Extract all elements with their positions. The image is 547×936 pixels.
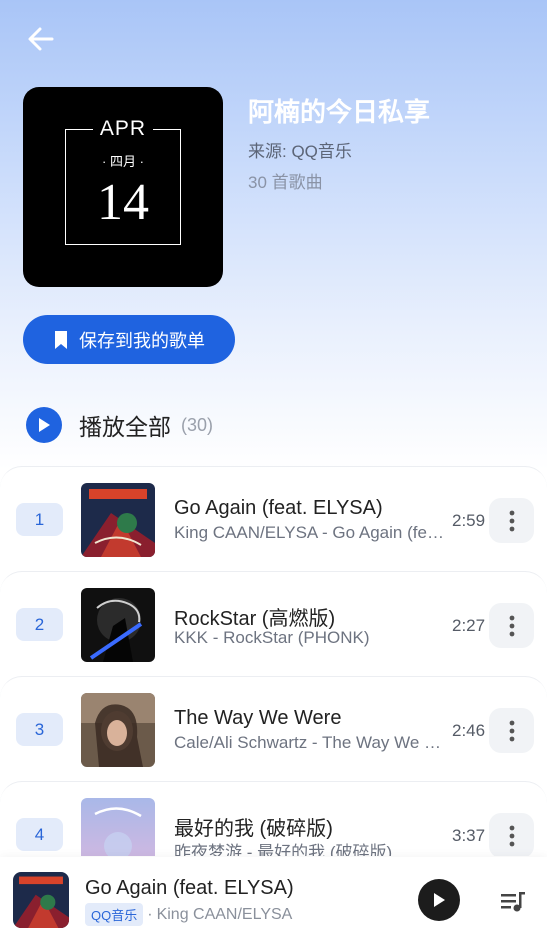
song-title: RockStar (高燃版) bbox=[174, 608, 336, 630]
play-all-button[interactable]: 播放全部 (30) bbox=[26, 407, 213, 443]
more-options-button[interactable] bbox=[489, 498, 534, 543]
more-options-button[interactable] bbox=[489, 603, 534, 648]
queue-button[interactable] bbox=[498, 886, 528, 916]
song-subtitle: 昨夜梦游 - 最好的我 (破碎版) bbox=[174, 843, 393, 856]
song-duration: 2:59 bbox=[452, 511, 486, 530]
song-duration: 3:37 bbox=[452, 826, 486, 845]
song-duration: 2:27 bbox=[452, 616, 486, 635]
now-playing-subtitle: QQ音乐 · King CAAN/ELYSA bbox=[85, 903, 292, 926]
play-all-circle bbox=[26, 407, 62, 443]
save-to-my-playlist-button[interactable]: 保存到我的歌单 bbox=[23, 315, 235, 364]
save-button-label: 保存到我的歌单 bbox=[79, 330, 205, 351]
back-button[interactable] bbox=[24, 22, 58, 56]
song-subtitle: Cale/Ali Schwartz - The Way We Were bbox=[174, 733, 444, 752]
cover-month: APR bbox=[93, 117, 153, 141]
playlist-song-count: 30 首歌曲 bbox=[248, 173, 323, 192]
playlist-title: 阿楠的今日私享 bbox=[248, 97, 431, 127]
now-playing-cover bbox=[13, 872, 69, 928]
mini-player[interactable]: Go Again (feat. ELYSA) QQ音乐 · King CAAN/… bbox=[0, 857, 547, 936]
more-vertical-icon bbox=[509, 720, 514, 741]
bookmark-icon bbox=[55, 330, 67, 349]
separator: · bbox=[147, 905, 153, 923]
song-index: 2 bbox=[16, 608, 63, 641]
playlist-cover: APR · 四月 · 14 bbox=[23, 87, 223, 287]
more-options-button[interactable] bbox=[489, 708, 534, 753]
song-row[interactable]: 2 RockStar (高燃版) KKK - RockStar (PHONK) … bbox=[0, 571, 547, 672]
song-title: The Way We Were bbox=[174, 707, 342, 729]
play-icon bbox=[39, 418, 50, 432]
song-list: 1 Go Again (feat. ELYSA) King CAAN/ELYSA… bbox=[0, 466, 547, 856]
song-subtitle: KKK - RockStar (PHONK) bbox=[174, 628, 370, 647]
cover-day: 14 bbox=[97, 174, 149, 231]
song-duration: 2:46 bbox=[452, 721, 486, 740]
song-row[interactable]: 1 Go Again (feat. ELYSA) King CAAN/ELYSA… bbox=[0, 466, 547, 567]
play-all-count: (30) bbox=[181, 414, 214, 435]
arrow-left-icon bbox=[28, 27, 54, 51]
zuihao-de-wo-cover bbox=[81, 798, 155, 856]
now-playing-title: Go Again (feat. ELYSA) bbox=[85, 877, 294, 899]
playlist-queue-icon bbox=[501, 892, 525, 912]
song-index: 3 bbox=[16, 713, 63, 746]
go-again-cover bbox=[81, 483, 155, 557]
cover-cn-month: · 四月 · bbox=[102, 154, 144, 169]
the-way-we-were-cover bbox=[81, 693, 155, 767]
play-all-label: 播放全部 bbox=[79, 414, 171, 440]
play-pause-button[interactable] bbox=[418, 879, 460, 921]
song-title: Go Again (feat. ELYSA) bbox=[174, 497, 383, 519]
now-playing-artist: King CAAN/ELYSA bbox=[156, 905, 293, 923]
play-icon bbox=[434, 893, 445, 907]
song-title: 最好的我 (破碎版) bbox=[174, 818, 333, 840]
playlist-source: 来源: QQ音乐 bbox=[248, 142, 352, 161]
song-subtitle: King CAAN/ELYSA - Go Again (feat. ELYSA) bbox=[174, 523, 444, 542]
more-vertical-icon bbox=[509, 615, 514, 636]
more-options-button[interactable] bbox=[489, 813, 534, 856]
song-index: 4 bbox=[16, 818, 63, 851]
song-row[interactable]: 3 The Way We Were Cale/Ali Schwartz - Th… bbox=[0, 676, 547, 777]
song-index: 1 bbox=[16, 503, 63, 536]
more-vertical-icon bbox=[509, 825, 514, 846]
song-row[interactable]: 4 最好的我 (破碎版) 昨夜梦游 - 最好的我 (破碎版) 3:37 bbox=[0, 781, 547, 856]
rockstar-cover bbox=[81, 588, 155, 662]
source-tag: QQ音乐 bbox=[85, 903, 144, 926]
more-vertical-icon bbox=[509, 510, 514, 531]
